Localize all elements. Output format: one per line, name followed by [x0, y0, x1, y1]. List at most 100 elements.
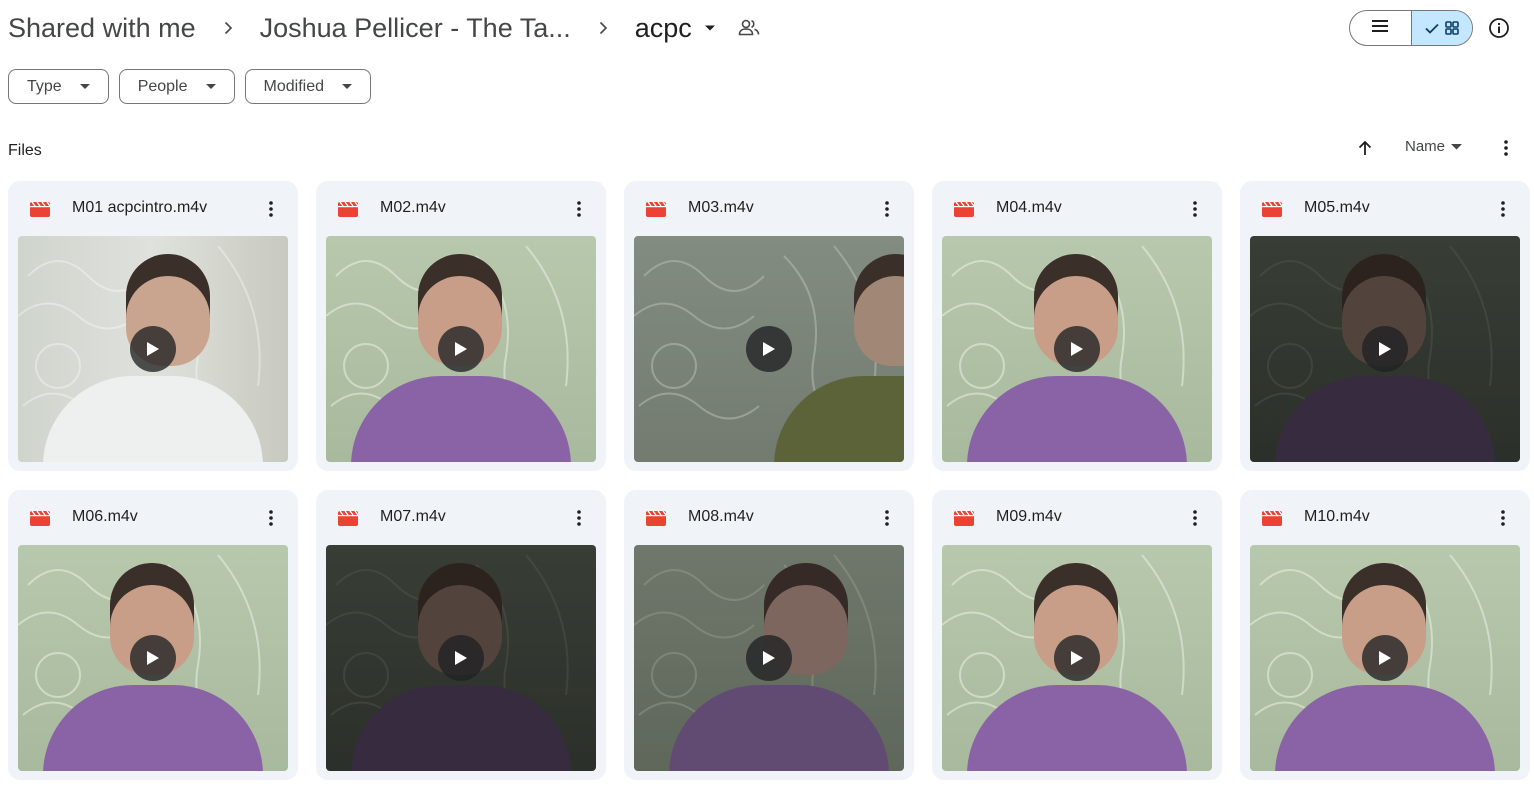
video-thumbnail[interactable]: [1250, 545, 1520, 771]
chevron-right-icon: [571, 20, 635, 36]
video-file-icon: [954, 200, 975, 217]
play-icon: [455, 342, 467, 356]
video-file-icon: [30, 200, 51, 217]
more-vert-icon: [1193, 510, 1197, 526]
file-grid: M01 acpcintro.m4v M02.m4v M03.m4v M04.m4…: [8, 181, 1530, 780]
video-thumbnail[interactable]: [18, 236, 288, 462]
video-file-icon: [1262, 509, 1283, 526]
file-card-header: M06.m4v: [8, 490, 298, 545]
view-toggle: [1349, 10, 1473, 46]
file-card-header: M02.m4v: [316, 181, 606, 236]
file-card-header: M05.m4v: [1240, 181, 1530, 236]
file-more-button[interactable]: [567, 197, 591, 221]
play-icon: [1071, 342, 1083, 356]
file-card[interactable]: M06.m4v: [8, 490, 298, 780]
file-more-button[interactable]: [259, 197, 283, 221]
video-thumbnail[interactable]: [942, 236, 1212, 462]
video-thumbnail[interactable]: [1250, 236, 1520, 462]
more-vert-icon: [1501, 510, 1505, 526]
check-icon: [1425, 23, 1439, 34]
current-folder-label: acpc: [634, 12, 692, 43]
caret-down-icon: [342, 83, 352, 90]
play-icon: [763, 342, 775, 356]
more-vert-icon: [577, 201, 581, 217]
filter-people-chip[interactable]: People: [118, 69, 235, 104]
video-thumbnail[interactable]: [326, 236, 596, 462]
video-file-icon: [954, 509, 975, 526]
video-thumbnail[interactable]: [634, 545, 904, 771]
file-card[interactable]: M07.m4v: [316, 490, 606, 780]
file-more-button[interactable]: [1183, 197, 1207, 221]
more-vert-icon: [885, 201, 889, 217]
play-icon: [763, 651, 775, 665]
info-icon: [1488, 17, 1510, 39]
more-vert-icon: [1501, 201, 1505, 217]
file-card[interactable]: M01 acpcintro.m4v: [8, 181, 298, 471]
video-thumbnail[interactable]: [942, 545, 1212, 771]
file-more-button[interactable]: [259, 506, 283, 530]
play-button[interactable]: [1362, 326, 1408, 372]
file-more-button[interactable]: [875, 197, 899, 221]
file-card-header: M09.m4v: [932, 490, 1222, 545]
file-card[interactable]: M04.m4v: [932, 181, 1222, 471]
file-more-button[interactable]: [567, 506, 591, 530]
file-card[interactable]: M10.m4v: [1240, 490, 1530, 780]
video-file-icon: [646, 509, 667, 526]
file-more-button[interactable]: [875, 506, 899, 530]
play-button[interactable]: [1362, 635, 1408, 681]
breadcrumb-folder-parent[interactable]: Joshua Pellicer - The Ta...: [260, 13, 571, 44]
file-card[interactable]: M02.m4v: [316, 181, 606, 471]
filter-chips: Type People Modified: [8, 69, 371, 104]
more-vert-icon: [269, 201, 273, 217]
play-button[interactable]: [746, 635, 792, 681]
play-icon: [1379, 342, 1391, 356]
play-button[interactable]: [438, 326, 484, 372]
more-vert-icon: [269, 510, 273, 526]
file-name: M01 acpcintro.m4v: [72, 199, 208, 216]
arrow-up-icon: [1358, 140, 1372, 156]
info-button[interactable]: [1484, 13, 1514, 43]
video-file-icon: [30, 509, 51, 526]
play-button[interactable]: [1054, 326, 1100, 372]
play-button[interactable]: [130, 635, 176, 681]
play-button[interactable]: [130, 326, 176, 372]
filter-modified-chip[interactable]: Modified: [244, 69, 371, 104]
play-button[interactable]: [438, 635, 484, 681]
list-view-button[interactable]: [1350, 11, 1411, 45]
file-card-header: M08.m4v: [624, 490, 914, 545]
play-button[interactable]: [746, 326, 792, 372]
video-file-icon: [338, 200, 359, 217]
video-thumbnail[interactable]: [634, 236, 904, 462]
breadcrumb-current-folder[interactable]: acpc: [635, 13, 738, 44]
play-icon: [1071, 651, 1083, 665]
video-thumbnail[interactable]: [326, 545, 596, 771]
filter-type-chip[interactable]: Type: [8, 69, 109, 104]
breadcrumb: Shared with me Joshua Pellicer - The Ta.…: [8, 8, 760, 48]
video-thumbnail[interactable]: [18, 545, 288, 771]
grid-icon: [1445, 21, 1459, 35]
grid-view-button[interactable]: [1410, 11, 1472, 45]
file-card[interactable]: M09.m4v: [932, 490, 1222, 780]
caret-down-icon: [205, 83, 216, 90]
file-more-button[interactable]: [1491, 506, 1515, 530]
sort-by-button[interactable]: Name: [1405, 138, 1463, 155]
play-button[interactable]: [1054, 635, 1100, 681]
file-more-button[interactable]: [1183, 506, 1207, 530]
file-more-button[interactable]: [1491, 197, 1515, 221]
file-name: M03.m4v: [688, 199, 754, 216]
play-icon: [147, 342, 159, 356]
play-icon: [1379, 651, 1391, 665]
file-name: M02.m4v: [380, 199, 446, 216]
caret-down-icon: [704, 24, 716, 32]
shared-people-icon[interactable]: [738, 18, 760, 38]
video-file-icon: [1262, 200, 1283, 217]
file-card[interactable]: M08.m4v: [624, 490, 914, 780]
breadcrumb-shared-with-me[interactable]: Shared with me: [8, 13, 196, 44]
file-name: M06.m4v: [72, 508, 138, 525]
file-card[interactable]: M03.m4v: [624, 181, 914, 471]
sort-direction-button[interactable]: [1353, 136, 1377, 160]
video-file-icon: [338, 509, 359, 526]
more-options-button[interactable]: [1494, 136, 1518, 160]
sort-by-label: Name: [1405, 138, 1446, 155]
file-card[interactable]: M05.m4v: [1240, 181, 1530, 471]
